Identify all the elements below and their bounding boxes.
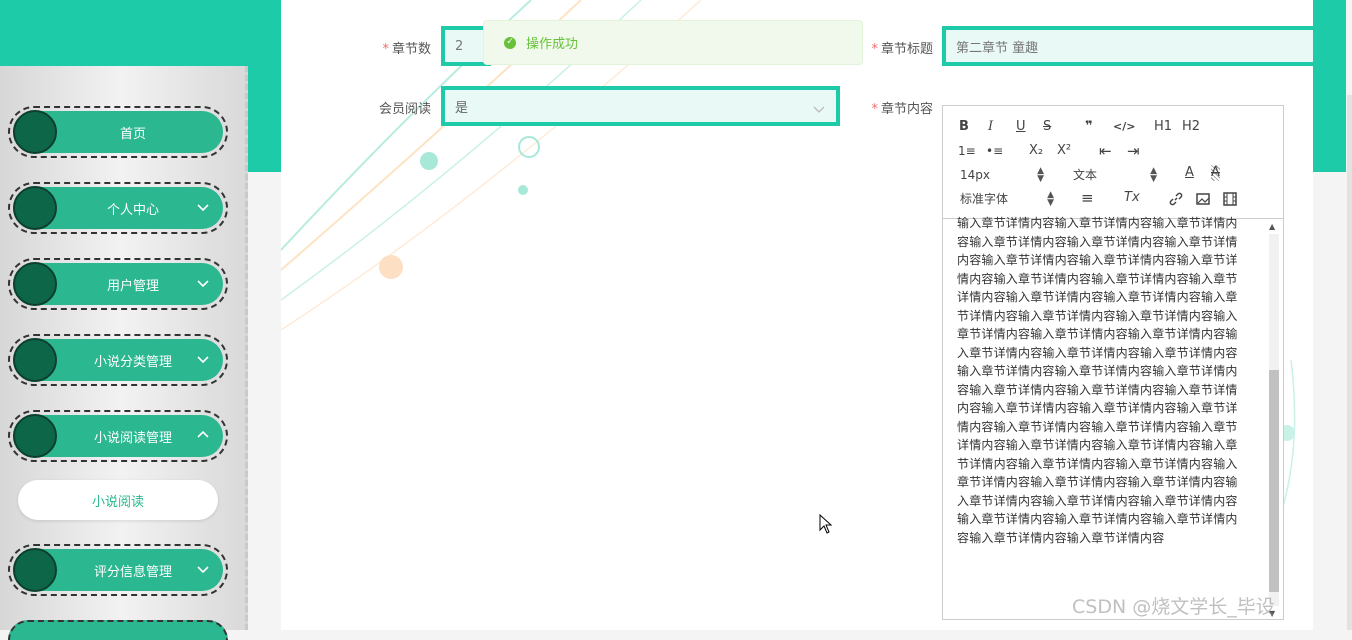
italic-button[interactable]: I [988, 119, 993, 135]
menu-dot-icon [13, 186, 57, 230]
chevron-down-icon [813, 106, 825, 113]
outdent-button[interactable]: ⇤ [1099, 143, 1112, 159]
subscript-button[interactable]: X₂ [1029, 143, 1043, 159]
right-accent-strip [1313, 0, 1346, 172]
indent-button[interactable]: ⇥ [1127, 143, 1140, 159]
h2-button[interactable]: H2 [1182, 119, 1200, 135]
member-read-select[interactable]: 是 [441, 86, 840, 126]
editor-content[interactable]: 输入章节详情内容输入章节详情内容输入章节详情内容输入章节详情内容输入章节详情内容… [957, 214, 1249, 614]
success-toast: ✓ 操作成功 [483, 20, 863, 65]
sidebar-subitem-novel-reading[interactable]: 小说阅读 [18, 480, 218, 520]
menu-dot-icon [13, 338, 57, 382]
align-button[interactable]: ≡ [1081, 190, 1094, 206]
chapter-title-input[interactable] [942, 26, 1313, 66]
sidebar-item-rating-info[interactable]: 评分信息管理 [8, 544, 228, 596]
sidebar-item-personal-center[interactable]: 个人中心 [8, 182, 228, 234]
sidebar-item-label: 评分信息管理 [93, 564, 172, 580]
chapter-num-label: * 章节数 [382, 42, 431, 57]
h1-button[interactable]: H1 [1154, 119, 1172, 135]
sidebar-header [0, 0, 248, 66]
select-arrows-icon: ▲ ▼ [1037, 166, 1044, 184]
link-icon[interactable] [1168, 191, 1184, 207]
sidebar: 首页 个人中心 用户管理 小说分类管理 小说阅读管理 小说阅读 评分信息管理 [0, 66, 248, 630]
sidebar-item-label: 小说分类管理 [93, 354, 172, 370]
menu-dot-icon [13, 414, 57, 458]
sidebar-item-label: 个人中心 [106, 202, 159, 218]
image-icon[interactable] [1195, 191, 1211, 207]
main-content: *章节数 ✓ 操作成功 *章节标题 会员阅读 是 *章节内容 B I U S ❞… [281, 0, 1313, 630]
check-circle-icon: ✓ [504, 36, 516, 49]
sidebar-item-partial[interactable] [8, 620, 228, 640]
blockquote-button[interactable]: ❞ [1085, 119, 1093, 135]
chapter-title-label: * 章节标题 [871, 42, 933, 57]
code-block-button[interactable]: </> [1113, 119, 1135, 135]
chapter-num-field[interactable] [455, 38, 477, 54]
strike-button[interactable]: S [1043, 119, 1051, 135]
editor-toolbar: B I U S ❞ </> H1 H2 1≡ •≡ X₂ X² ⇤ ⇥ 14px… [943, 106, 1283, 219]
sidebar-item-label: 用户管理 [106, 278, 159, 294]
header-select[interactable]: 文本 ▲ ▼ [1073, 166, 1157, 184]
ordered-list-button[interactable]: 1≡ [958, 143, 976, 159]
rich-text-editor[interactable]: B I U S ❞ </> H1 H2 1≡ •≡ X₂ X² ⇤ ⇥ 14px… [942, 105, 1284, 620]
member-read-value: 是 [455, 100, 469, 116]
sidebar-item-user-management[interactable]: 用户管理 [8, 258, 228, 310]
member-read-label: 会员阅读 [378, 102, 431, 117]
chapter-content-label: * 章节内容 [871, 102, 933, 117]
font-size-select[interactable]: 14px ▲ ▼ [960, 166, 1044, 184]
chevron-down-icon [197, 204, 209, 212]
right-edge [1313, 0, 1352, 630]
font-color-button[interactable]: A [1185, 165, 1194, 181]
menu-dot-icon [13, 110, 57, 154]
bullet-list-button[interactable]: •≡ [986, 143, 1003, 159]
sidebar-item-novel-category[interactable]: 小说分类管理 [8, 334, 228, 386]
sidebar-item-home[interactable]: 首页 [8, 106, 228, 158]
page-scrollbar[interactable] [1347, 95, 1352, 630]
superscript-button[interactable]: X² [1057, 143, 1071, 159]
underline-button[interactable]: U [1016, 119, 1026, 135]
video-icon[interactable] [1222, 191, 1238, 207]
scroll-up-icon[interactable]: ▲ [1269, 222, 1275, 231]
clean-format-button[interactable]: Tx [1124, 190, 1140, 206]
scrollbar-thumb[interactable] [1269, 370, 1279, 592]
font-family-select[interactable]: 标准字体 ▲ ▼ [960, 190, 1054, 208]
chevron-up-icon [197, 430, 209, 438]
chevron-down-icon [197, 566, 209, 574]
background-color-button[interactable]: A [1211, 165, 1220, 181]
toast-message: 操作成功 [526, 37, 579, 52]
select-arrows-icon: ▲ ▼ [1150, 166, 1157, 184]
chapter-title-field[interactable] [956, 38, 1303, 54]
mouse-cursor-icon [819, 514, 833, 534]
menu-dot-icon [13, 262, 57, 306]
bold-button[interactable]: B [959, 119, 969, 135]
menu-dot-icon [13, 548, 57, 592]
select-arrows-icon: ▲ ▼ [1047, 190, 1054, 208]
watermark: CSDN @烧文学长_毕设 [1072, 596, 1275, 618]
chevron-down-icon [197, 280, 209, 288]
sidebar-item-label: 小说阅读管理 [93, 430, 172, 446]
chevron-down-icon [197, 356, 209, 364]
header-accent-strip [248, 0, 281, 172]
editor-scrollbar[interactable]: ▲ ▼ [1267, 222, 1279, 618]
sidebar-item-label: 首页 [119, 126, 146, 142]
sidebar-item-novel-reading[interactable]: 小说阅读管理 [8, 410, 228, 462]
